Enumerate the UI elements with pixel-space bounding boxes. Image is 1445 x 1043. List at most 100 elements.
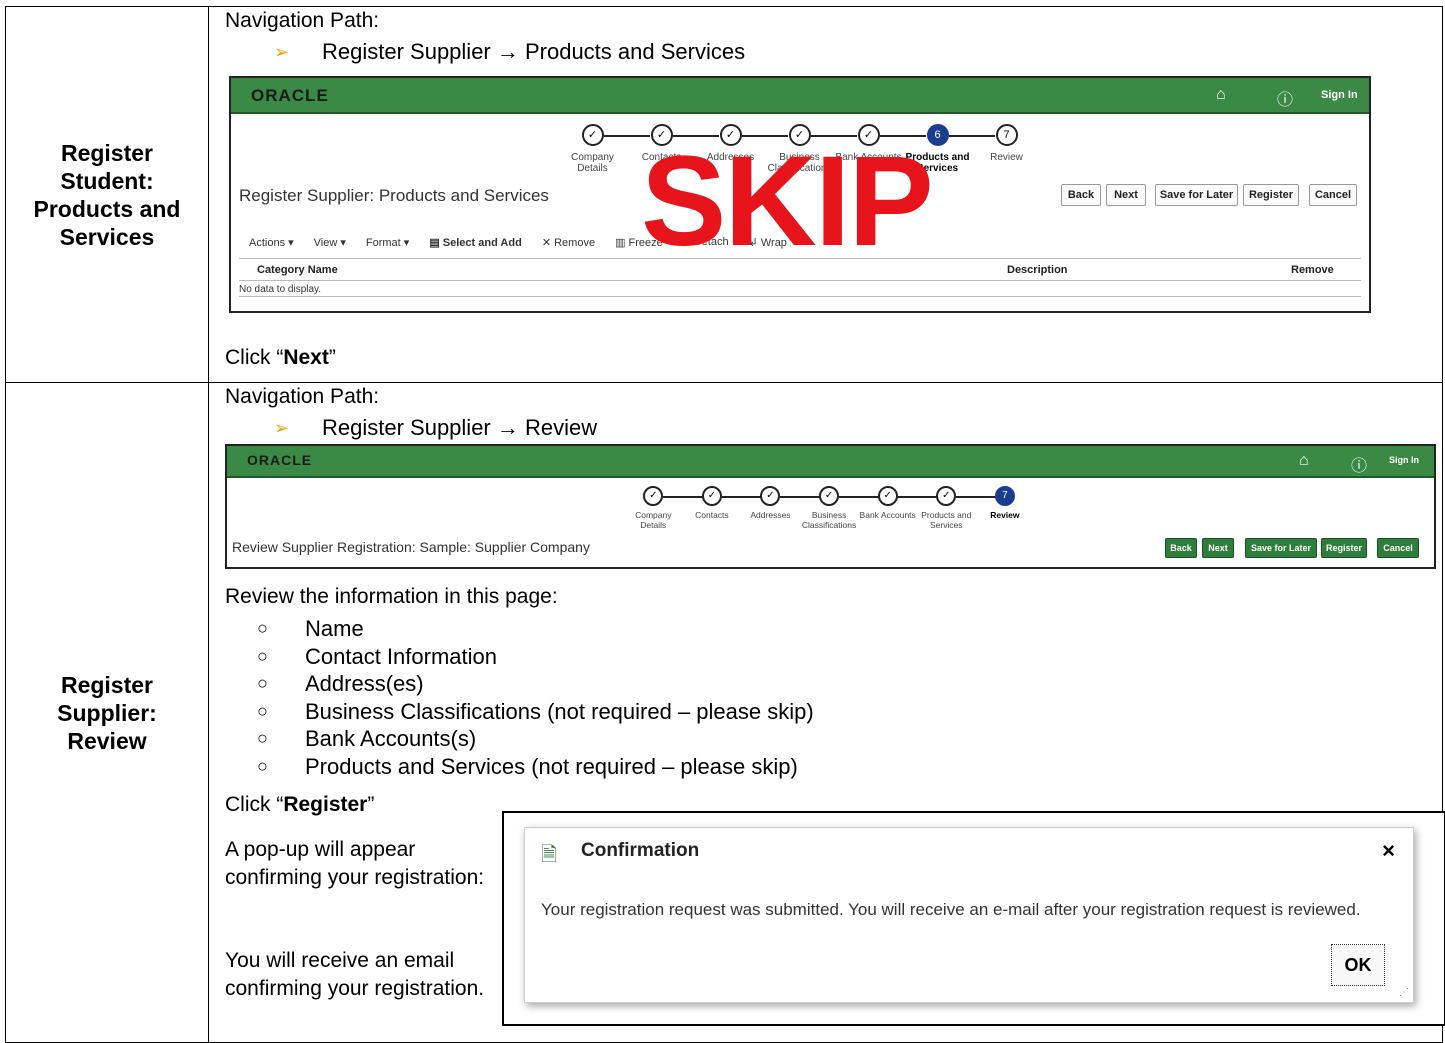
check-circle-icon: ✓: [877, 486, 898, 506]
oracle-header: ORACLE ⌂ ⓘ Sign In: [231, 78, 1369, 114]
oracle-logo: ORACLE: [247, 452, 313, 468]
save-for-later-button[interactable]: Save for Later: [1245, 538, 1317, 558]
train-step[interactable]: ✓ Bank Accounts: [858, 486, 938, 530]
circle-bullet-icon: ○: [257, 673, 268, 694]
home-icon[interactable]: ⌂: [1299, 452, 1309, 470]
skip-overlay: SKIP: [641, 130, 934, 273]
check-circle-icon: ✓: [643, 486, 664, 506]
instruction-table: Register Student: Products and Services …: [5, 6, 1445, 1043]
popup-note: A pop-up will appear confirming your reg…: [225, 838, 485, 889]
progress-train: ✓ Company Details ✓ Contacts ✓ Addresses ✓ Busi…: [624, 486, 1034, 530]
remove-button[interactable]: ✕ Remove: [542, 236, 595, 249]
next-button[interactable]: Next: [1202, 538, 1234, 558]
email-note: You will receive an email confirming you…: [225, 949, 485, 1000]
nav-path: ➢ Register Supplier → Products and Servi…: [274, 39, 745, 65]
format-menu[interactable]: Format ▾: [366, 236, 409, 249]
circle-bullet-icon: ○: [257, 755, 268, 776]
close-icon[interactable]: ×: [1382, 838, 1395, 864]
sign-in-link[interactable]: Sign In: [1389, 455, 1419, 465]
back-button[interactable]: Back: [1061, 184, 1101, 206]
row-label-text: Register Student: Products and Services: [33, 139, 181, 250]
register-button[interactable]: Register: [1321, 538, 1367, 558]
train-step-label: Addresses: [750, 510, 791, 520]
confirmation-screenshot: 🗎 Confirmation × Your registration reque…: [502, 811, 1445, 1026]
circle-bullet-icon: ○: [257, 700, 268, 721]
divider: [239, 296, 1361, 297]
step-connector: [897, 496, 938, 498]
info-icon[interactable]: ⓘ: [1277, 86, 1293, 110]
step-connector: [721, 496, 762, 498]
step-connector: [949, 135, 995, 137]
train-step[interactable]: 7 Review: [976, 486, 1035, 530]
arrow-bullet-icon: ➢: [274, 417, 290, 438]
train-step-label: Products and Services: [921, 510, 972, 530]
train-step[interactable]: ✓ Products and Services: [917, 486, 996, 530]
oracle-logo: ORACLE: [251, 86, 329, 105]
train-step[interactable]: 7 Review: [972, 124, 1041, 174]
nav-heading: Navigation Path:: [225, 385, 380, 408]
next-button[interactable]: Next: [1106, 184, 1146, 206]
check-circle-icon: ✓: [760, 486, 781, 506]
train-step-label: Review: [990, 152, 1023, 163]
select-and-add-button[interactable]: ▤ Select and Add: [429, 236, 522, 249]
step-connector: [663, 496, 703, 498]
nav-path-text: Register Supplier → Review: [322, 415, 598, 440]
column-header-category[interactable]: Category Name: [257, 264, 338, 276]
list-item: ○ Address(es): [257, 670, 814, 698]
content-cell: Navigation Path: ➢ Register Supplier → R…: [208, 382, 1445, 1043]
info-icon[interactable]: ⓘ: [1351, 452, 1367, 476]
confirmation-check-icon: 🗎: [541, 844, 558, 866]
freeze-icon: ▥: [615, 237, 629, 249]
train-step-label: Company Details: [635, 510, 672, 530]
instruction-click-next: Click “Next”: [225, 346, 336, 369]
check-circle-icon: ✓: [819, 486, 840, 506]
instruction-click-register: Click “Register”: [225, 793, 375, 816]
column-header-description[interactable]: Description: [1007, 264, 1068, 276]
nav-heading: Navigation Path:: [225, 9, 380, 32]
list-item-text: Name: [305, 616, 364, 641]
list-item: ○ Business Classifications (not required …: [257, 698, 814, 726]
train-step[interactable]: ✓ Business Classifications: [800, 486, 879, 530]
actions-menu[interactable]: Actions ▾: [249, 236, 294, 249]
nav-path: ➢ Register Supplier → Review: [274, 415, 597, 441]
save-for-later-button[interactable]: Save for Later: [1155, 184, 1238, 206]
train-step[interactable]: ✓ Contacts: [683, 486, 762, 530]
oracle-screenshot-products: ORACLE ⌂ ⓘ Sign In ✓ Company Details ✓ Cont…: [229, 76, 1371, 313]
column-header-remove[interactable]: Remove: [1291, 264, 1334, 276]
review-intro-text: Review the information in this page:: [225, 585, 558, 608]
view-menu[interactable]: View ▾: [314, 236, 346, 249]
list-item-text: Bank Accounts(s): [305, 726, 477, 752]
table-row: Register Student: Products and Services …: [5, 6, 1443, 383]
list-item: ○ Contact Information: [257, 643, 814, 671]
list-item: ○ Bank Accounts(s): [257, 725, 814, 753]
train-step[interactable]: ✓ Addresses: [741, 486, 821, 530]
list-item-text: Business Classifications (not required –…: [305, 698, 814, 724]
review-list: ○ Name ○ Contact Information ○ Address(es) ○ Bu…: [257, 615, 814, 781]
resize-grip-icon[interactable]: ⋰: [1399, 987, 1409, 998]
train-step-label: Company Details: [571, 152, 614, 174]
sign-in-link[interactable]: Sign In: [1321, 89, 1358, 101]
back-button[interactable]: Back: [1165, 538, 1197, 558]
check-circle-icon: ✓: [701, 486, 722, 506]
train-step-label: Contacts: [695, 510, 729, 520]
list-item: ○ Name: [257, 615, 814, 643]
train-step[interactable]: ✓ Company Details: [558, 124, 650, 174]
step-connector: [780, 496, 821, 498]
remove-icon: ✕: [541, 237, 555, 249]
home-icon[interactable]: ⌂: [1216, 86, 1226, 104]
ok-button[interactable]: OK: [1331, 944, 1385, 986]
divider: [239, 280, 1361, 281]
cancel-button[interactable]: Cancel: [1377, 538, 1419, 558]
step-connector: [955, 496, 996, 498]
nav-path-text: Register Supplier → Products and Service…: [322, 39, 746, 64]
train-step-label: Bank Accounts: [859, 510, 916, 520]
circle-bullet-icon: ○: [257, 645, 268, 666]
register-button[interactable]: Register: [1243, 184, 1299, 206]
step-number-icon: 7: [994, 486, 1015, 506]
step-number-icon: 7: [995, 124, 1018, 146]
row-label: Register Student: Products and Services: [5, 6, 209, 383]
train-step[interactable]: ✓ Company Details: [624, 486, 703, 530]
oracle-header: ORACLE ⌂ ⓘ Sign In: [227, 446, 1434, 478]
row-label-text: Register Supplier: Review: [57, 671, 157, 754]
cancel-button[interactable]: Cancel: [1309, 184, 1357, 206]
